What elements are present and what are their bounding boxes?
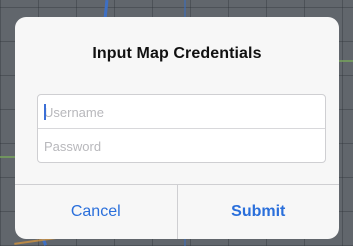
credentials-fields bbox=[37, 94, 326, 163]
text-cursor bbox=[44, 104, 46, 120]
cancel-button[interactable]: Cancel bbox=[15, 185, 178, 239]
dialog-buttons: Cancel Submit bbox=[15, 184, 339, 239]
username-input[interactable] bbox=[38, 95, 325, 129]
credentials-dialog: Input Map Credentials Cancel Submit bbox=[15, 17, 339, 239]
password-input[interactable] bbox=[38, 129, 325, 162]
submit-button[interactable]: Submit bbox=[178, 185, 340, 239]
dialog-title: Input Map Credentials bbox=[92, 45, 262, 62]
